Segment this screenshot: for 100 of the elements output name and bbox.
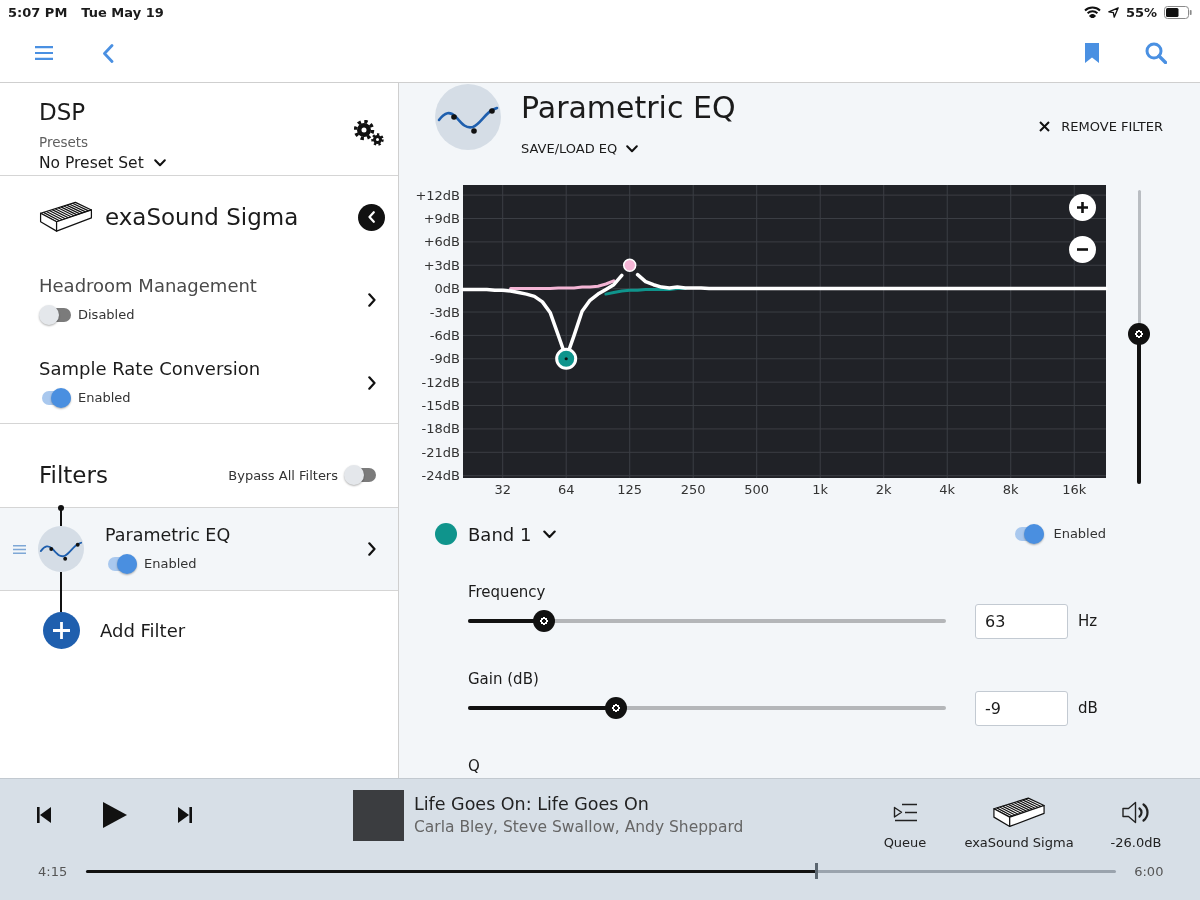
queue-icon bbox=[892, 803, 918, 822]
value-input[interactable]: 63 bbox=[975, 603, 1068, 639]
battery-icon bbox=[1164, 5, 1192, 19]
remove-filter-button[interactable]: REMOVE FILTER bbox=[1039, 117, 1163, 135]
axis-label: 125 bbox=[617, 482, 643, 497]
axis-label: -15dB bbox=[421, 398, 460, 414]
axis-label: -12dB bbox=[421, 374, 460, 390]
queue-button[interactable]: Queue bbox=[875, 794, 935, 852]
chevron-down-icon bbox=[543, 529, 557, 539]
collapse-button[interactable] bbox=[358, 203, 385, 231]
setting-label: Headroom Management bbox=[39, 275, 257, 297]
axis-label: 2k bbox=[875, 482, 892, 497]
axis-label: +12dB bbox=[415, 187, 460, 203]
slider-thumb[interactable] bbox=[605, 697, 628, 719]
track-title: Life Goes On: Life Goes On bbox=[414, 793, 649, 815]
close-icon bbox=[1039, 120, 1051, 132]
eq-icon bbox=[435, 84, 501, 150]
plus-icon bbox=[1077, 202, 1088, 213]
axis-label: 8k bbox=[1002, 482, 1019, 497]
wifi-icon bbox=[1083, 6, 1101, 18]
device-name: exaSound Sigma bbox=[105, 204, 299, 230]
play-icon[interactable] bbox=[103, 802, 127, 828]
skip-back-icon[interactable] bbox=[37, 807, 51, 823]
setting-label: Sample Rate Conversion bbox=[39, 358, 261, 380]
section-title: DSP bbox=[39, 98, 86, 126]
axis-label: -24dB bbox=[421, 468, 460, 484]
eq-icon bbox=[38, 526, 84, 572]
speaker-icon bbox=[1122, 801, 1150, 824]
output-device-button[interactable]: exaSound Sigma bbox=[959, 794, 1079, 852]
presets-label: Presets bbox=[39, 134, 89, 150]
axis-label: 250 bbox=[680, 482, 706, 497]
axis-label: 16k bbox=[1062, 482, 1087, 497]
add-filter-button[interactable]: Add Filter bbox=[43, 612, 186, 649]
axis-label: 0dB bbox=[434, 281, 460, 297]
axis-label: +3dB bbox=[423, 257, 460, 273]
toggle-status: Enabled bbox=[144, 555, 197, 573]
band-handle[interactable] bbox=[622, 258, 637, 272]
band-handle[interactable] bbox=[555, 347, 578, 370]
device-box-icon bbox=[993, 796, 1045, 829]
status-date: Tue May 19 bbox=[81, 4, 164, 20]
toggle-status: Disabled bbox=[78, 306, 135, 324]
back-icon[interactable] bbox=[102, 43, 114, 63]
album-art-placeholder bbox=[353, 789, 404, 841]
toggle-status: Enabled bbox=[78, 389, 131, 407]
filter-name: Parametric EQ bbox=[105, 524, 231, 546]
volume-button[interactable]: -26.0dB bbox=[1105, 794, 1167, 852]
bypass-label: Bypass All Filters bbox=[228, 467, 338, 483]
toggle-status: Enabled bbox=[1053, 525, 1106, 543]
status-time: 5:07 PM bbox=[8, 4, 68, 20]
progress-bar[interactable] bbox=[86, 863, 1117, 879]
drag-handle-icon[interactable] bbox=[13, 544, 26, 554]
unit-label: Hz bbox=[1078, 612, 1098, 630]
axis-label: -3dB bbox=[429, 304, 460, 320]
connector-line bbox=[60, 572, 62, 612]
location-arrow-icon bbox=[1107, 6, 1119, 18]
minus-icon bbox=[1077, 248, 1088, 251]
slider-thumb[interactable] bbox=[533, 610, 556, 632]
axis-label: 500 bbox=[744, 482, 770, 497]
connector-line bbox=[57, 504, 65, 526]
battery-percent: 55% bbox=[1125, 4, 1157, 20]
unit-label: dB bbox=[1078, 699, 1098, 717]
toggle-switch[interactable] bbox=[39, 305, 71, 325]
chevron-right-icon[interactable] bbox=[368, 376, 376, 390]
preset-dropdown[interactable]: No Preset Set bbox=[39, 153, 166, 173]
value-input[interactable]: -9 bbox=[975, 690, 1068, 726]
param-label: Gain (dB) bbox=[468, 669, 539, 689]
filter-title: Parametric EQ bbox=[521, 89, 736, 127]
band-dropdown[interactable]: Band 1 bbox=[468, 523, 557, 545]
progress-thumb[interactable] bbox=[814, 863, 818, 879]
axis-label: 1k bbox=[812, 482, 829, 497]
axis-label: 32 bbox=[494, 482, 511, 497]
axis-label: +6dB bbox=[423, 234, 460, 250]
axis-label: -21dB bbox=[421, 444, 460, 460]
chevron-right-icon[interactable] bbox=[368, 542, 376, 556]
filter-row[interactable]: Parametric EQ Enabled bbox=[0, 508, 398, 591]
section-title: Filters bbox=[39, 461, 108, 489]
bookmark-icon[interactable] bbox=[1085, 43, 1099, 63]
axis-label: -9dB bbox=[429, 351, 460, 367]
axis-label: 4k bbox=[939, 482, 956, 497]
settings-icon[interactable] bbox=[354, 120, 384, 146]
vertical-slider[interactable] bbox=[1128, 190, 1150, 484]
axis-label: 64 bbox=[557, 482, 575, 497]
elapsed-time: 4:15 bbox=[38, 863, 68, 879]
slider[interactable] bbox=[468, 610, 946, 632]
chevron-down-icon bbox=[153, 159, 166, 167]
search-icon[interactable] bbox=[1145, 42, 1167, 64]
track-artists: Carla Bley, Steve Swallow, Andy Sheppard bbox=[414, 817, 744, 837]
axis-label: -6dB bbox=[429, 327, 460, 343]
slider-thumb[interactable] bbox=[1128, 323, 1150, 346]
axis-label: -18dB bbox=[421, 421, 460, 437]
axis-label: +9dB bbox=[423, 211, 460, 226]
param-label: Q bbox=[468, 756, 480, 776]
chevron-right-icon[interactable] bbox=[368, 293, 376, 307]
add-icon bbox=[43, 612, 80, 649]
menu-icon[interactable] bbox=[35, 46, 53, 60]
chevron-down-icon bbox=[626, 145, 639, 153]
slider[interactable] bbox=[468, 697, 946, 719]
toggle-switch[interactable] bbox=[344, 465, 376, 485]
skip-forward-icon[interactable] bbox=[178, 807, 192, 823]
save-load-dropdown[interactable]: SAVE/LOAD EQ bbox=[521, 140, 639, 158]
